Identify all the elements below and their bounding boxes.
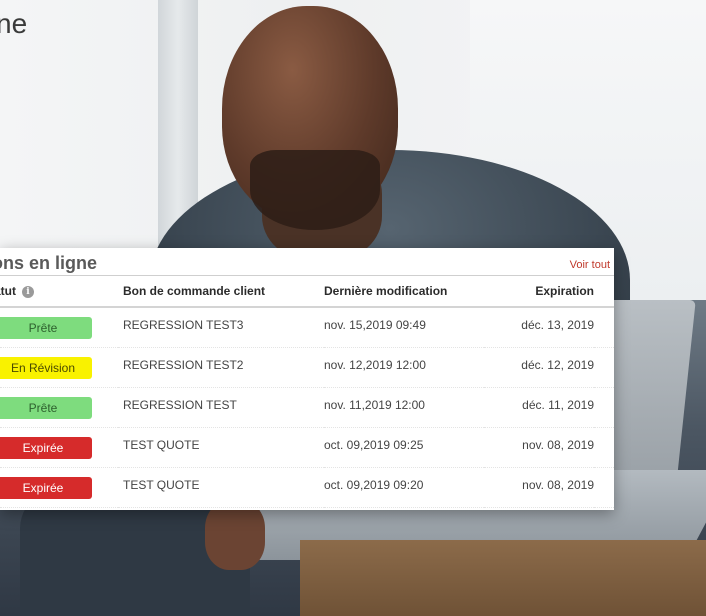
column-header-order[interactable]: Bon de commande client	[118, 276, 324, 308]
status-badge[interactable]: Prête	[0, 316, 92, 339]
modified-date: nov. 11,2019 12:00	[324, 397, 425, 412]
table-row[interactable]: Expirée TEST QUOTE oct. 09,2019 09:20 no…	[0, 467, 614, 508]
column-header-modified[interactable]: Dernière modification	[324, 276, 484, 308]
order-link[interactable]: TEST QUOTE	[123, 478, 324, 492]
person-beard	[250, 150, 380, 230]
column-header-status[interactable]: tatuti	[0, 276, 118, 308]
person-lap	[300, 540, 706, 616]
modified-cell: nov. 11,2019 12:00	[324, 387, 484, 428]
order-link[interactable]: TEST QUOTE	[123, 438, 324, 452]
modified-date: oct. 09,2019 09:25	[324, 437, 424, 452]
modified-date: nov. 12,2019 12:00	[324, 357, 426, 372]
table-row[interactable]: Prête REGRESSION TEST3 nov. 15,2019 09:4…	[0, 307, 614, 348]
status-badge[interactable]: En Révision	[0, 356, 92, 379]
view-all-link[interactable]: Voir tout	[570, 259, 610, 271]
expiration-date: déc. 12, 2019	[521, 357, 594, 372]
modified-cell: nov. 12,2019 12:00	[324, 347, 484, 388]
order-cell: TEST QUOTE	[118, 427, 324, 468]
panel-header: ons en ligne Voir tout	[0, 248, 614, 276]
person-hand	[205, 500, 265, 570]
status-cell: Expirée	[0, 427, 118, 468]
order-link[interactable]: REGRESSION TEST	[123, 398, 324, 412]
expiration-date: nov. 08, 2019	[522, 437, 594, 452]
status-cell: Prête	[0, 307, 118, 348]
online-quotes-panel: ons en ligne Voir tout tatuti Bon de com…	[0, 248, 614, 510]
table-header-row: tatuti Bon de commande client Dernière m…	[0, 276, 614, 308]
column-spacer	[594, 276, 614, 308]
expiration-cell: nov. 08, 2019	[484, 427, 594, 468]
column-header-status-label: tatuti	[0, 284, 34, 298]
table-row[interactable]: Prête REGRESSION TEST nov. 11,2019 12:00…	[0, 387, 614, 428]
order-cell: REGRESSION TEST3	[118, 307, 324, 348]
status-badge[interactable]: Expirée	[0, 436, 92, 459]
panel-title: ons en ligne	[0, 253, 98, 273]
expiration-cell: déc. 12, 2019	[484, 347, 594, 388]
modified-date: nov. 15,2019 09:49	[324, 317, 426, 332]
row-spacer	[594, 427, 614, 468]
row-spacer	[594, 387, 614, 428]
quotes-table: tatuti Bon de commande client Dernière m…	[0, 276, 614, 508]
status-badge[interactable]: Expirée	[0, 476, 92, 499]
status-cell: En Révision	[0, 347, 118, 388]
row-spacer	[594, 467, 614, 508]
modified-cell: oct. 09,2019 09:25	[324, 427, 484, 468]
info-icon[interactable]: i	[22, 285, 34, 298]
modified-cell: oct. 09,2019 09:20	[324, 467, 484, 508]
row-spacer	[594, 307, 614, 348]
status-cell: Prête	[0, 387, 118, 428]
modified-date: oct. 09,2019 09:20	[324, 477, 424, 492]
order-cell: REGRESSION TEST2	[118, 347, 324, 388]
table-row[interactable]: Expirée TEST QUOTE oct. 09,2019 09:25 no…	[0, 427, 614, 468]
table-row[interactable]: En Révision REGRESSION TEST2 nov. 12,201…	[0, 347, 614, 388]
order-cell: TEST QUOTE	[118, 467, 324, 508]
order-link[interactable]: REGRESSION TEST3	[123, 318, 324, 332]
expiration-cell: nov. 08, 2019	[484, 467, 594, 508]
status-cell: Expirée	[0, 467, 118, 508]
column-header-expiration[interactable]: Expiration	[484, 276, 594, 308]
expiration-date: nov. 08, 2019	[522, 477, 594, 492]
expiration-date: déc. 11, 2019	[522, 397, 594, 412]
order-cell: REGRESSION TEST	[118, 387, 324, 428]
page-heading: ne	[0, 8, 28, 39]
row-spacer	[594, 347, 614, 388]
modified-cell: nov. 15,2019 09:49	[324, 307, 484, 348]
expiration-date: déc. 13, 2019	[521, 317, 594, 332]
expiration-cell: déc. 13, 2019	[484, 307, 594, 348]
expiration-cell: déc. 11, 2019	[484, 387, 594, 428]
status-badge[interactable]: Prête	[0, 396, 92, 419]
order-link[interactable]: REGRESSION TEST2	[123, 358, 324, 372]
